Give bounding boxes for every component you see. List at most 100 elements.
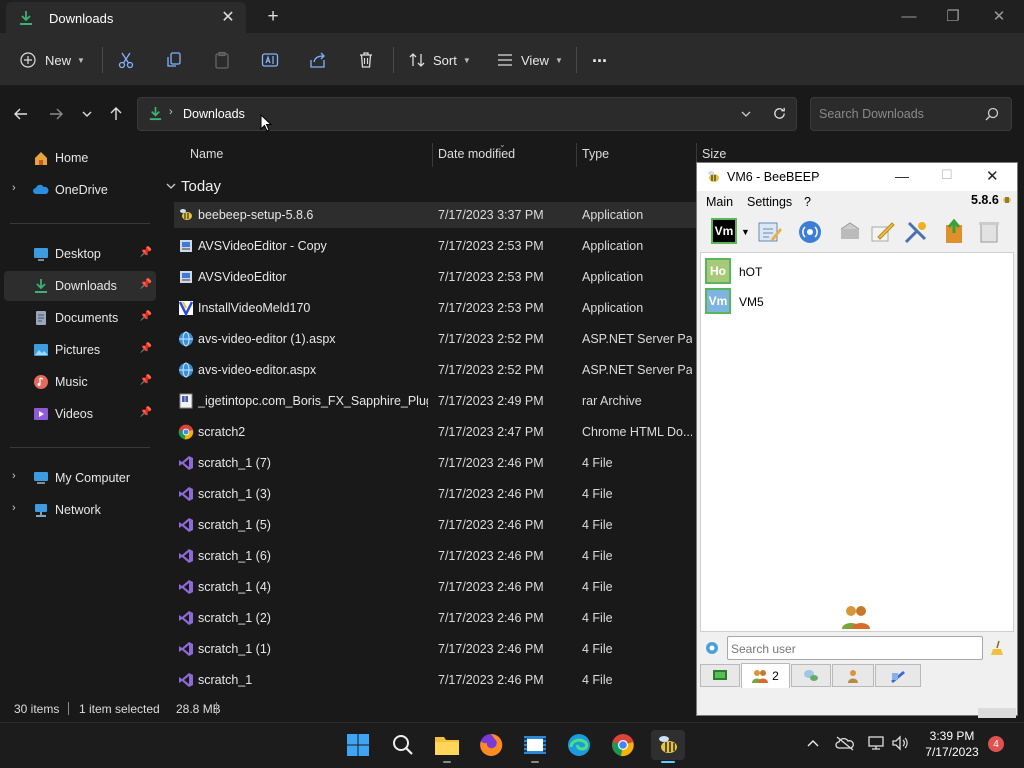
sidebar-item-desktop[interactable]: Desktop 📌 <box>4 239 156 269</box>
file-row[interactable]: _igetintopc.com_Boris_FX_Sapphire_Plug..… <box>174 388 700 414</box>
file-row[interactable]: avs-video-editor (1).aspx 7/17/2023 2:52 … <box>174 326 700 352</box>
address-history-chevron-icon[interactable] <box>740 108 752 123</box>
copy-button[interactable] <box>165 47 183 73</box>
maximize-button[interactable]: ☐ <box>941 167 953 183</box>
refresh-icon[interactable] <box>772 106 787 124</box>
rename-button[interactable] <box>261 47 279 73</box>
tab-home[interactable] <box>700 664 740 687</box>
my-status-button[interactable]: Vm <box>711 218 737 244</box>
view-button[interactable]: View ▼ <box>496 47 563 73</box>
tab-chats[interactable] <box>791 664 831 687</box>
chevron-right-icon[interactable]: › <box>12 182 16 194</box>
show-hidden-icons-chevron[interactable] <box>806 737 820 752</box>
search-user-input[interactable]: Search user <box>731 642 796 656</box>
sidebar-item-downloads[interactable]: Downloads 📌 <box>4 271 156 301</box>
tab-shared-files[interactable] <box>875 664 921 687</box>
file-row[interactable]: scratch_1 (4) 7/17/2023 2:46 PM 4 File <box>174 574 700 600</box>
file-row[interactable]: scratch_1 7/17/2023 2:46 PM 4 File <box>174 667 700 693</box>
clear-search-broom-icon[interactable] <box>990 640 1006 659</box>
file-row[interactable]: scratch2 7/17/2023 2:47 PM Chrome HTML Do.… <box>174 419 700 445</box>
close-window-button[interactable]: ✕ <box>986 167 999 185</box>
recent-locations-button[interactable] <box>76 104 98 124</box>
share-button[interactable] <box>309 47 327 73</box>
file-row[interactable]: InstallVideoMeld170 7/17/2023 2:53 PM Appl… <box>174 295 700 321</box>
taskbar-chrome[interactable] <box>606 730 640 760</box>
group-header-today[interactable]: Today <box>165 176 221 196</box>
file-row[interactable]: scratch_1 (3) 7/17/2023 2:46 PM 4 File <box>174 481 700 507</box>
tab-downloads[interactable]: Downloads ✕ <box>6 2 246 33</box>
group-chat-icon[interactable] <box>837 219 863 248</box>
write-message-icon[interactable] <box>870 219 896 248</box>
sidebar-item-videos[interactable]: Videos 📌 <box>4 399 156 429</box>
sidebar-item-home[interactable]: Home <box>4 143 156 173</box>
breadcrumb[interactable]: Downloads <box>183 107 245 121</box>
sort-button[interactable]: Sort ▼ <box>408 47 471 73</box>
sidebar-item-onedrive[interactable]: › OneDrive <box>4 175 156 205</box>
sidebar-item-documents[interactable]: Documents 📌 <box>4 303 156 333</box>
onedrive-offline-icon[interactable] <box>835 735 855 754</box>
sidebar-item-music[interactable]: Music 📌 <box>4 367 156 397</box>
network-tray-icon[interactable] <box>867 735 885 754</box>
column-header-name[interactable]: Name <box>190 147 223 161</box>
taskbar-firefox[interactable] <box>474 730 508 760</box>
column-header-size[interactable]: Size <box>702 147 726 161</box>
column-divider[interactable] <box>432 143 433 167</box>
file-row[interactable]: scratch_1 (5) 7/17/2023 2:46 PM 4 File <box>174 512 700 538</box>
cut-button[interactable] <box>117 47 135 73</box>
search-user-box[interactable]: Search user <box>727 636 983 660</box>
start-button[interactable] <box>341 730 375 760</box>
taskbar-file-explorer[interactable] <box>430 730 464 763</box>
sidebar-item-my-computer[interactable]: › My Computer <box>4 463 156 493</box>
taskbar-search-button[interactable] <box>386 730 420 760</box>
network-broadcast-icon[interactable] <box>797 219 823 248</box>
size-grip[interactable] <box>978 708 1016 718</box>
file-row[interactable]: scratch_1 (6) 7/17/2023 2:46 PM 4 File <box>174 543 700 569</box>
file-row[interactable]: AVSVideoEditor - Copy 7/17/2023 2:53 PM Ap… <box>174 233 700 259</box>
delete-button[interactable] <box>357 47 375 73</box>
search-box[interactable]: Search Downloads <box>810 97 1012 131</box>
taskbar-edge[interactable] <box>562 730 596 760</box>
menu-settings[interactable]: Settings <box>747 195 792 209</box>
file-row[interactable]: scratch_1 (7) 7/17/2023 2:46 PM 4 File <box>174 450 700 476</box>
up-button[interactable] <box>105 104 127 124</box>
column-header-date[interactable]: Date modified <box>438 147 515 161</box>
file-row[interactable]: beebeep-setup-5.8.6 7/17/2023 3:37 PM Appl… <box>174 202 700 228</box>
close-window-button[interactable]: ✕ <box>976 3 1022 29</box>
chevron-right-icon[interactable]: › <box>12 502 16 514</box>
forward-button[interactable] <box>45 104 67 124</box>
clear-icon[interactable] <box>976 219 1002 248</box>
new-button[interactable]: New ▼ <box>20 47 85 73</box>
address-bar[interactable]: › Downloads <box>137 97 797 131</box>
user-list-item[interactable]: Ho hOT <box>701 257 1013 285</box>
chevron-right-icon[interactable]: › <box>12 470 16 482</box>
clock[interactable]: 3:39 PM 7/17/2023 <box>922 729 982 759</box>
status-dropdown-icon[interactable]: ▼ <box>741 227 750 237</box>
paste-button[interactable] <box>213 47 231 73</box>
taskbar-video-editor[interactable] <box>518 730 552 763</box>
notification-badge[interactable]: 4 <box>988 736 1004 752</box>
update-bee-icon[interactable] <box>1001 193 1013 208</box>
speaker-icon[interactable] <box>891 735 909 754</box>
minimize-button[interactable]: — <box>886 3 932 29</box>
file-row[interactable]: scratch_1 (2) 7/17/2023 2:46 PM 4 File <box>174 605 700 631</box>
plugins-icon[interactable] <box>903 219 929 248</box>
sidebar-item-pictures[interactable]: Pictures 📌 <box>4 335 156 365</box>
back-button[interactable] <box>10 104 32 124</box>
close-tab-icon[interactable]: ✕ <box>218 7 238 27</box>
taskbar-beebeep[interactable] <box>651 730 685 763</box>
more-options-button[interactable]: ... <box>592 43 607 69</box>
edit-profile-icon[interactable] <box>757 219 783 248</box>
file-row[interactable]: AVSVideoEditor 7/17/2023 2:53 PM Applicati… <box>174 264 700 290</box>
new-tab-button[interactable]: + <box>262 6 284 28</box>
sidebar-item-network[interactable]: › Network <box>4 495 156 525</box>
tab-users[interactable]: 2 <box>741 663 790 688</box>
menu-main[interactable]: Main <box>706 195 733 209</box>
tab-groups[interactable] <box>832 664 874 687</box>
status-gear-icon[interactable] <box>704 640 720 659</box>
menu-help[interactable]: ? <box>804 195 811 209</box>
column-divider[interactable] <box>576 143 577 167</box>
minimize-button[interactable]: — <box>895 168 909 184</box>
update-icon[interactable] <box>942 218 968 248</box>
user-list-item[interactable]: Vm VM5 <box>701 287 1013 315</box>
file-row[interactable]: scratch_1 (1) 7/17/2023 2:46 PM 4 File <box>174 636 700 662</box>
